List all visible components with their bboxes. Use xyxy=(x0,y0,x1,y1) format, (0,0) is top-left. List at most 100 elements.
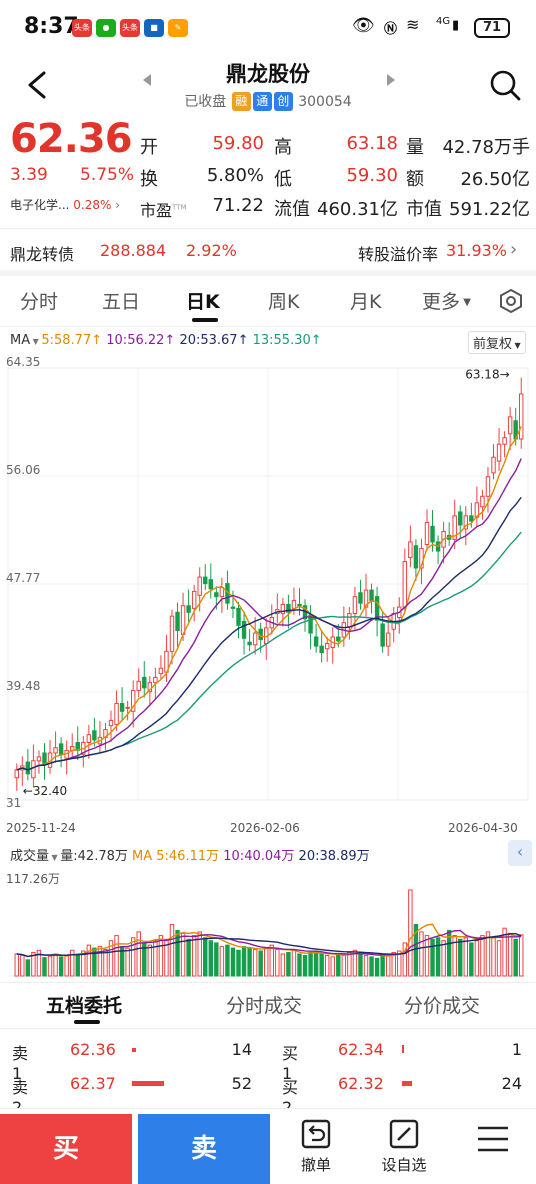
candle-body xyxy=(280,603,286,615)
volume-bar xyxy=(286,951,291,977)
price-change-pct: 5.75% xyxy=(80,165,135,185)
wifi-icon: ≋ xyxy=(406,15,420,34)
candle-body xyxy=(291,600,297,609)
candle-body xyxy=(108,719,114,727)
volume-value: 量:42.78万 xyxy=(60,849,128,864)
candle-body xyxy=(186,605,191,613)
volume-bar xyxy=(169,924,175,977)
sector-link[interactable]: 电子化学... 0.28% › xyxy=(10,196,120,213)
tab-order-book[interactable]: 五档委托 xyxy=(46,991,122,1018)
convertible-bond-row[interactable]: 鼎龙转债 288.884 2.92% 转股溢价率 31.93% › xyxy=(10,239,530,264)
candle-body xyxy=(191,590,197,609)
volume-bar xyxy=(103,949,108,977)
candle-body xyxy=(247,641,252,646)
open-value: 59.80 xyxy=(212,133,264,154)
buy-button[interactable]: 买 xyxy=(0,1114,132,1184)
volume-bar xyxy=(458,938,463,977)
volume-bar xyxy=(358,953,363,977)
add-watchlist-button[interactable]: 设自选 xyxy=(364,1118,444,1175)
volume-bar xyxy=(86,944,92,977)
volume-legend[interactable]: 成交量 ▼ 量:42.78万 MA 5:46.11万 10:40.04万 20:… xyxy=(10,845,370,864)
bond-pct: 2.92% xyxy=(186,241,237,260)
volume-label: 成交量 xyxy=(10,849,50,864)
eye-icon: 👁 xyxy=(352,15,375,36)
candle-body xyxy=(25,761,31,775)
open-label: 开 xyxy=(140,137,158,158)
candle-body xyxy=(169,615,175,652)
volume-bar xyxy=(186,938,191,977)
divider xyxy=(0,228,536,229)
candle-body xyxy=(92,730,97,741)
edit-icon xyxy=(389,1119,419,1149)
volume-bar xyxy=(25,959,31,977)
volume-bar xyxy=(408,889,413,977)
tab-price-volume[interactable]: 分价成交 xyxy=(404,991,480,1018)
volume-bar xyxy=(291,949,297,977)
tab-daily-k[interactable]: 日K xyxy=(186,287,220,314)
candle-body xyxy=(219,587,225,598)
status-bar: 8:37 头条 ● 头条 ■ ✎ 👁 Ⓝ ≋ 4G ▮ 71 xyxy=(0,0,536,56)
margin-tag: 融 xyxy=(231,92,251,111)
candle-body xyxy=(430,525,435,543)
volume-bar xyxy=(225,944,230,977)
candle-body xyxy=(14,769,19,779)
volume-bar xyxy=(125,947,130,977)
volume-bar xyxy=(308,951,313,977)
turnover-value: 5.80% xyxy=(206,165,264,186)
candle-body xyxy=(369,589,374,602)
cancel-order-button[interactable]: 撤单 xyxy=(276,1118,356,1175)
tab-intraday[interactable]: 分时 xyxy=(20,287,58,314)
volume-bar xyxy=(47,955,53,977)
candle-body xyxy=(352,596,358,615)
collapse-panel-icon[interactable]: ‹ xyxy=(508,840,532,866)
chart-settings-icon[interactable] xyxy=(498,288,524,314)
volume-bar xyxy=(496,940,502,977)
x-axis-label: 2026-02-06 xyxy=(230,821,300,835)
candle-body xyxy=(413,545,419,569)
volume-bar xyxy=(469,942,474,977)
candle-body xyxy=(175,611,180,632)
kline-chart[interactable]: 64.35 56.06 47.77 39.48 31 2025-11-24 2026-02… xyxy=(0,330,536,980)
divider xyxy=(0,1028,536,1029)
menu-icon[interactable] xyxy=(476,1124,510,1154)
tab-five-day[interactable]: 五日 xyxy=(102,287,140,314)
tab-tick-trades[interactable]: 分时成交 xyxy=(226,991,302,1018)
volume-bar xyxy=(241,946,247,977)
tab-more[interactable]: 更多 ▼ xyxy=(422,287,471,314)
y-axis-labels: 64.35 56.06 47.77 39.48 31 xyxy=(6,355,40,810)
volume-bar xyxy=(180,932,186,977)
candle-body xyxy=(119,702,125,712)
candle-body xyxy=(214,592,219,598)
min-price-marker: ←32.40 xyxy=(23,784,67,798)
tab-monthly-k[interactable]: 月K xyxy=(350,287,381,314)
sector-name: 电子化学... xyxy=(10,198,70,212)
clock: 8:37 xyxy=(24,14,79,39)
last-price: 62.36 xyxy=(10,116,133,162)
volume-bar xyxy=(419,931,424,977)
volume-bar xyxy=(341,954,347,977)
candle-body xyxy=(491,456,496,474)
candle-body xyxy=(230,606,236,609)
active-tab-indicator xyxy=(192,318,218,322)
volume-bar xyxy=(158,935,164,977)
amount-value: 26.50亿 xyxy=(460,169,530,190)
volume-bar xyxy=(214,942,219,977)
next-stock-icon[interactable] xyxy=(386,73,396,87)
volume-bar xyxy=(219,946,225,977)
price-change: 3.39 xyxy=(10,165,48,185)
volume-bar xyxy=(53,953,58,977)
sell-button[interactable]: 卖 xyxy=(138,1114,270,1184)
candle-body xyxy=(402,560,408,608)
volume-bar xyxy=(132,1048,136,1052)
toutiao-app-icon-2: 头条 xyxy=(120,19,140,37)
tab-weekly-k[interactable]: 周K xyxy=(268,287,299,314)
y-axis-label: 47.77 xyxy=(6,571,40,585)
volume-bar xyxy=(130,937,136,977)
candle-body xyxy=(203,576,208,585)
volume-ma5: MA 5:46.11万 xyxy=(132,849,220,864)
chevron-right-icon: › xyxy=(115,198,121,212)
volume-bar xyxy=(519,934,524,977)
volume-bar xyxy=(507,932,513,977)
network-type: 4G xyxy=(436,16,451,27)
pe-value: 71.22 xyxy=(212,195,264,216)
